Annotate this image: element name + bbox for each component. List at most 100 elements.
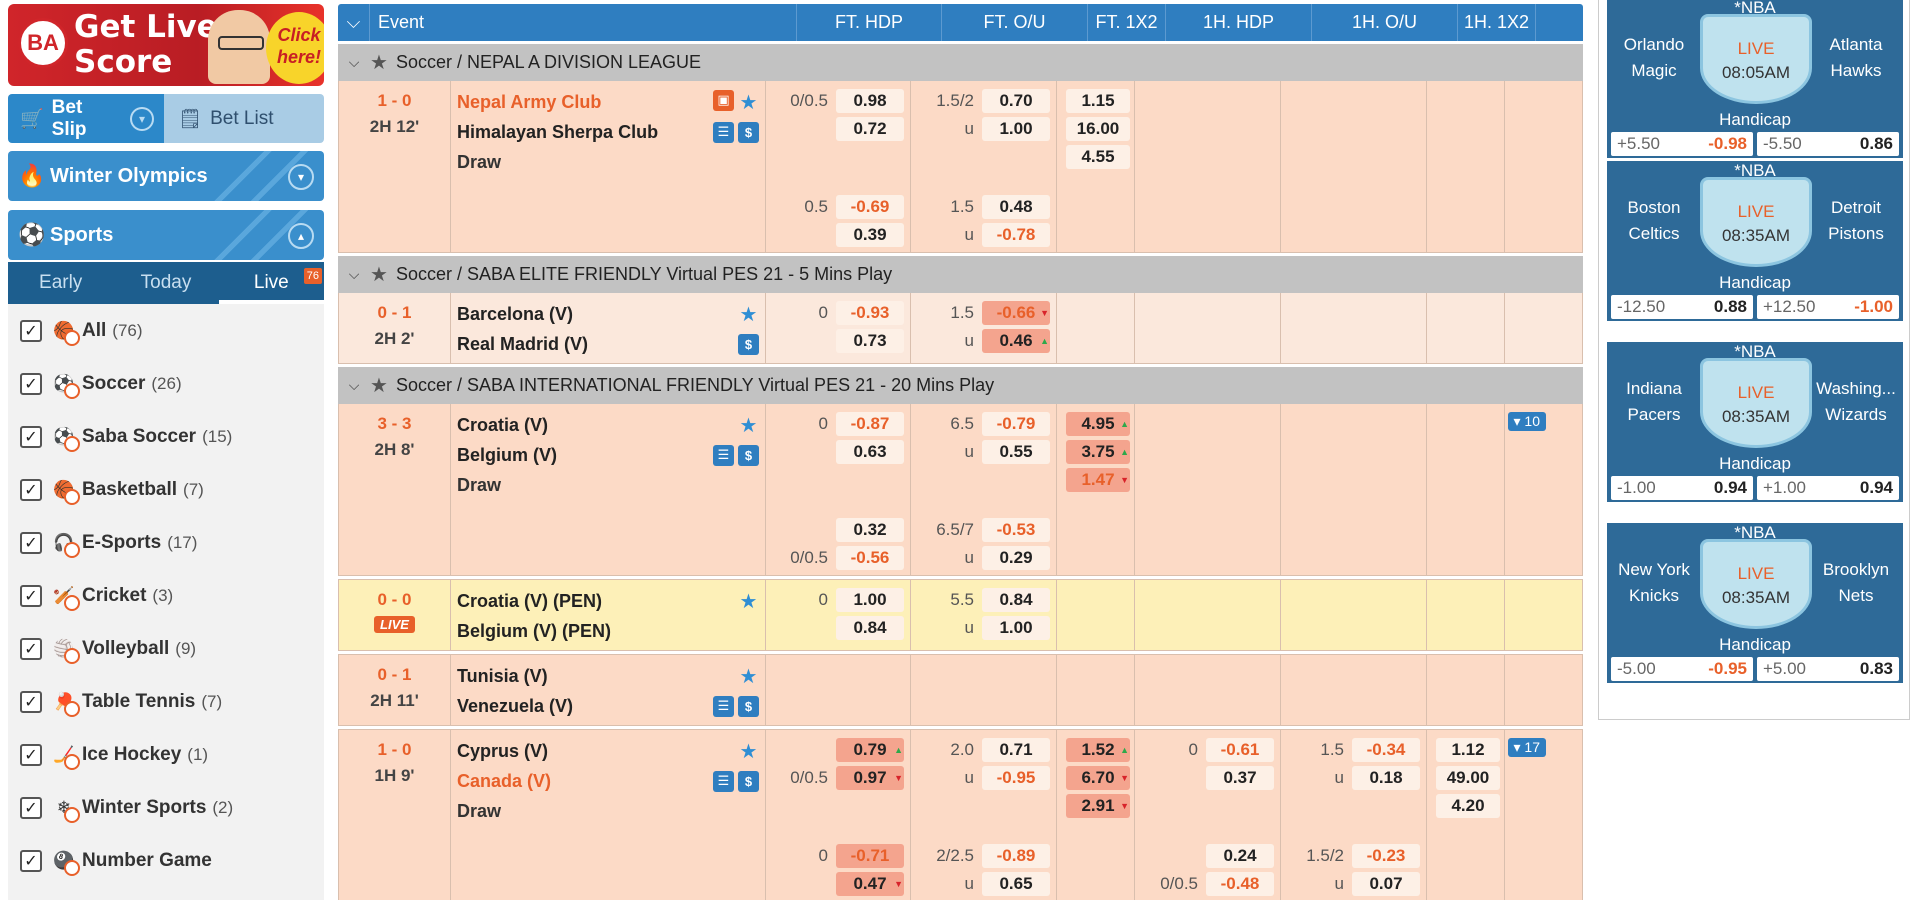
checkbox[interactable]: ✓ [20, 425, 42, 448]
handicap-odds-button[interactable]: +5.50 -0.98 [1611, 132, 1753, 156]
odds-value[interactable]: -0.71 [836, 844, 904, 868]
odds-value[interactable]: 16.00 [1066, 117, 1130, 141]
handicap-odds-button[interactable]: -5.50 0.86 [1757, 132, 1899, 156]
checkbox[interactable]: ✓ [20, 584, 42, 607]
handicap-odds-button[interactable]: -12.50 0.88 [1611, 295, 1753, 319]
league-row[interactable]: ⌵ ★ Soccer / SABA INTERNATIONAL FRIENDLY V… [338, 366, 1583, 404]
odds-value[interactable]: -0.87 [836, 412, 904, 436]
home-team[interactable]: Croatia (V) ★ [457, 410, 759, 440]
odds-value[interactable]: 1.00 [982, 117, 1050, 141]
odds-value[interactable]: 3.75 [1066, 440, 1130, 464]
sport-item[interactable]: ✓ 🏏 Cricket (3) [8, 569, 324, 622]
odds-value[interactable]: 1.00 [836, 588, 904, 612]
tab-live[interactable]: Live 76 [218, 262, 324, 304]
odds-value[interactable]: -0.69 [836, 195, 904, 219]
odds-value[interactable]: 6.70 [1066, 766, 1130, 790]
featured-game-card[interactable]: *NBA New York Knicks Brooklyn Nets LIVE 08:35A… [1607, 523, 1903, 683]
handicap-odds-button[interactable]: +12.50 -1.00 [1757, 295, 1899, 319]
checkbox[interactable]: ✓ [20, 690, 42, 713]
sports-header[interactable]: ⚽ Sports ▴ [8, 210, 324, 260]
away-team[interactable]: Himalayan Sherpa Club ☰ $ [457, 117, 759, 147]
odds-value[interactable]: 0.24 [1206, 844, 1274, 868]
featured-game-card[interactable]: *NBA Orlando Magic Atlanta Hawks LIVE 08:05AM H… [1607, 0, 1903, 158]
tab-early[interactable]: Early [8, 262, 113, 304]
cashout-icon[interactable]: $ [738, 333, 759, 355]
chevron-down-icon[interactable]: ⌵ [338, 266, 370, 283]
odds-value[interactable]: -0.23 [1352, 844, 1420, 868]
odds-value[interactable]: -0.89 [982, 844, 1050, 868]
chevron-down-icon[interactable]: ⌵ [338, 377, 370, 394]
home-team[interactable]: Nepal Army Club ▣ ★ [457, 87, 759, 117]
cashout-icon[interactable]: $ [738, 770, 759, 792]
checkbox[interactable]: ✓ [20, 531, 42, 554]
away-team[interactable]: Belgium (V) (PEN) [457, 616, 759, 646]
chevron-down-icon[interactable]: ▾ [130, 106, 154, 131]
featured-game-card[interactable]: *NBA Indiana Pacers Washing... Wizards LIVE 08… [1607, 342, 1903, 502]
checkbox[interactable]: ✓ [20, 478, 42, 501]
odds-value[interactable]: 0.47 [836, 872, 904, 896]
odds-value[interactable]: 0.46 [982, 329, 1050, 353]
odds-value[interactable]: 0.79 [836, 738, 904, 762]
odds-value[interactable]: 0.32 [836, 518, 904, 542]
odds-value[interactable]: -0.66 [982, 301, 1050, 325]
tab-today[interactable]: Today [113, 262, 218, 304]
handicap-odds-button[interactable]: +1.00 0.94 [1757, 476, 1899, 500]
odds-value[interactable]: 0.65 [982, 872, 1050, 896]
odds-value[interactable]: 0.55 [982, 440, 1050, 464]
sport-item[interactable]: ✓ 🎧 E-Sports (17) [8, 516, 324, 569]
odds-value[interactable]: 49.00 [1436, 766, 1500, 790]
league-row[interactable]: ⌵ ★ Soccer / SABA ELITE FRIENDLY Virtual P… [338, 255, 1583, 293]
handicap-odds-button[interactable]: +5.00 0.83 [1757, 657, 1899, 681]
stats-icon[interactable]: ☰ [713, 770, 734, 792]
odds-value[interactable]: 1.52 [1066, 738, 1130, 762]
sport-item[interactable]: ✓ 🏐 Volleyball (9) [8, 622, 324, 675]
away-team[interactable]: Belgium (V) ☰ $ [457, 440, 759, 470]
star-icon[interactable]: ★ [738, 90, 759, 115]
odds-value[interactable]: 0.48 [982, 195, 1050, 219]
checkbox[interactable]: ✓ [20, 372, 42, 395]
odds-value[interactable]: -0.48 [1206, 872, 1274, 896]
sport-item[interactable]: ✓ ⚽ Soccer (26) [8, 357, 324, 410]
odds-value[interactable]: -0.79 [982, 412, 1050, 436]
away-team[interactable]: Canada (V) ☰ $ [457, 766, 759, 796]
odds-value[interactable]: 0.37 [1206, 766, 1274, 790]
stats-icon[interactable]: ☰ [713, 121, 734, 143]
odds-value[interactable]: 0.72 [836, 117, 904, 141]
odds-value[interactable]: 4.20 [1436, 794, 1500, 818]
odds-value[interactable]: 0.97 [836, 766, 904, 790]
odds-value[interactable]: 1.12 [1436, 738, 1500, 762]
chevron-down-icon[interactable]: ⌵ [338, 54, 370, 71]
more-markets-button[interactable]: ▾ 17 [1507, 738, 1546, 757]
star-icon[interactable]: ★ [738, 739, 759, 764]
checkbox[interactable]: ✓ [20, 849, 42, 872]
sport-item[interactable]: ✓ 🏓 Table Tennis (7) [8, 675, 324, 728]
chevron-down-icon[interactable]: ▾ [288, 164, 314, 190]
odds-value[interactable]: 4.95 [1066, 412, 1130, 436]
odds-value[interactable]: 0.39 [836, 223, 904, 247]
star-icon[interactable]: ★ [370, 373, 388, 398]
chevron-up-icon[interactable]: ▴ [288, 223, 314, 249]
star-icon[interactable]: ★ [370, 50, 388, 75]
odds-value[interactable]: 1.47 [1066, 468, 1130, 492]
star-icon[interactable]: ★ [370, 262, 388, 287]
bet-slip-tab[interactable]: 🛒 Bet Slip ▾ [8, 94, 164, 143]
checkbox[interactable]: ✓ [20, 319, 42, 342]
odds-value[interactable]: 0.84 [836, 616, 904, 640]
odds-value[interactable]: 1.00 [982, 616, 1050, 640]
odds-value[interactable]: 2.91 [1066, 794, 1130, 818]
star-icon[interactable]: ★ [738, 413, 759, 438]
cashout-icon[interactable]: $ [738, 695, 759, 717]
cashout-icon[interactable]: $ [738, 444, 759, 466]
odds-value[interactable]: 0.73 [836, 329, 904, 353]
handicap-odds-button[interactable]: -5.00 -0.95 [1611, 657, 1753, 681]
sport-item[interactable]: ✓ ❄ Winter Sports (2) [8, 781, 324, 834]
handicap-odds-button[interactable]: -1.00 0.94 [1611, 476, 1753, 500]
odds-value[interactable]: -0.93 [836, 301, 904, 325]
odds-value[interactable]: 0.70 [982, 89, 1050, 113]
home-team[interactable]: Tunisia (V) ★ [457, 661, 759, 691]
sport-item[interactable]: ✓ 🎱 Number Game [8, 834, 324, 887]
stats-icon[interactable]: ☰ [713, 444, 734, 466]
sport-item[interactable]: ✓ 🏀 All (76) [8, 304, 324, 357]
odds-value[interactable]: 0.98 [836, 89, 904, 113]
checkbox[interactable]: ✓ [20, 637, 42, 660]
